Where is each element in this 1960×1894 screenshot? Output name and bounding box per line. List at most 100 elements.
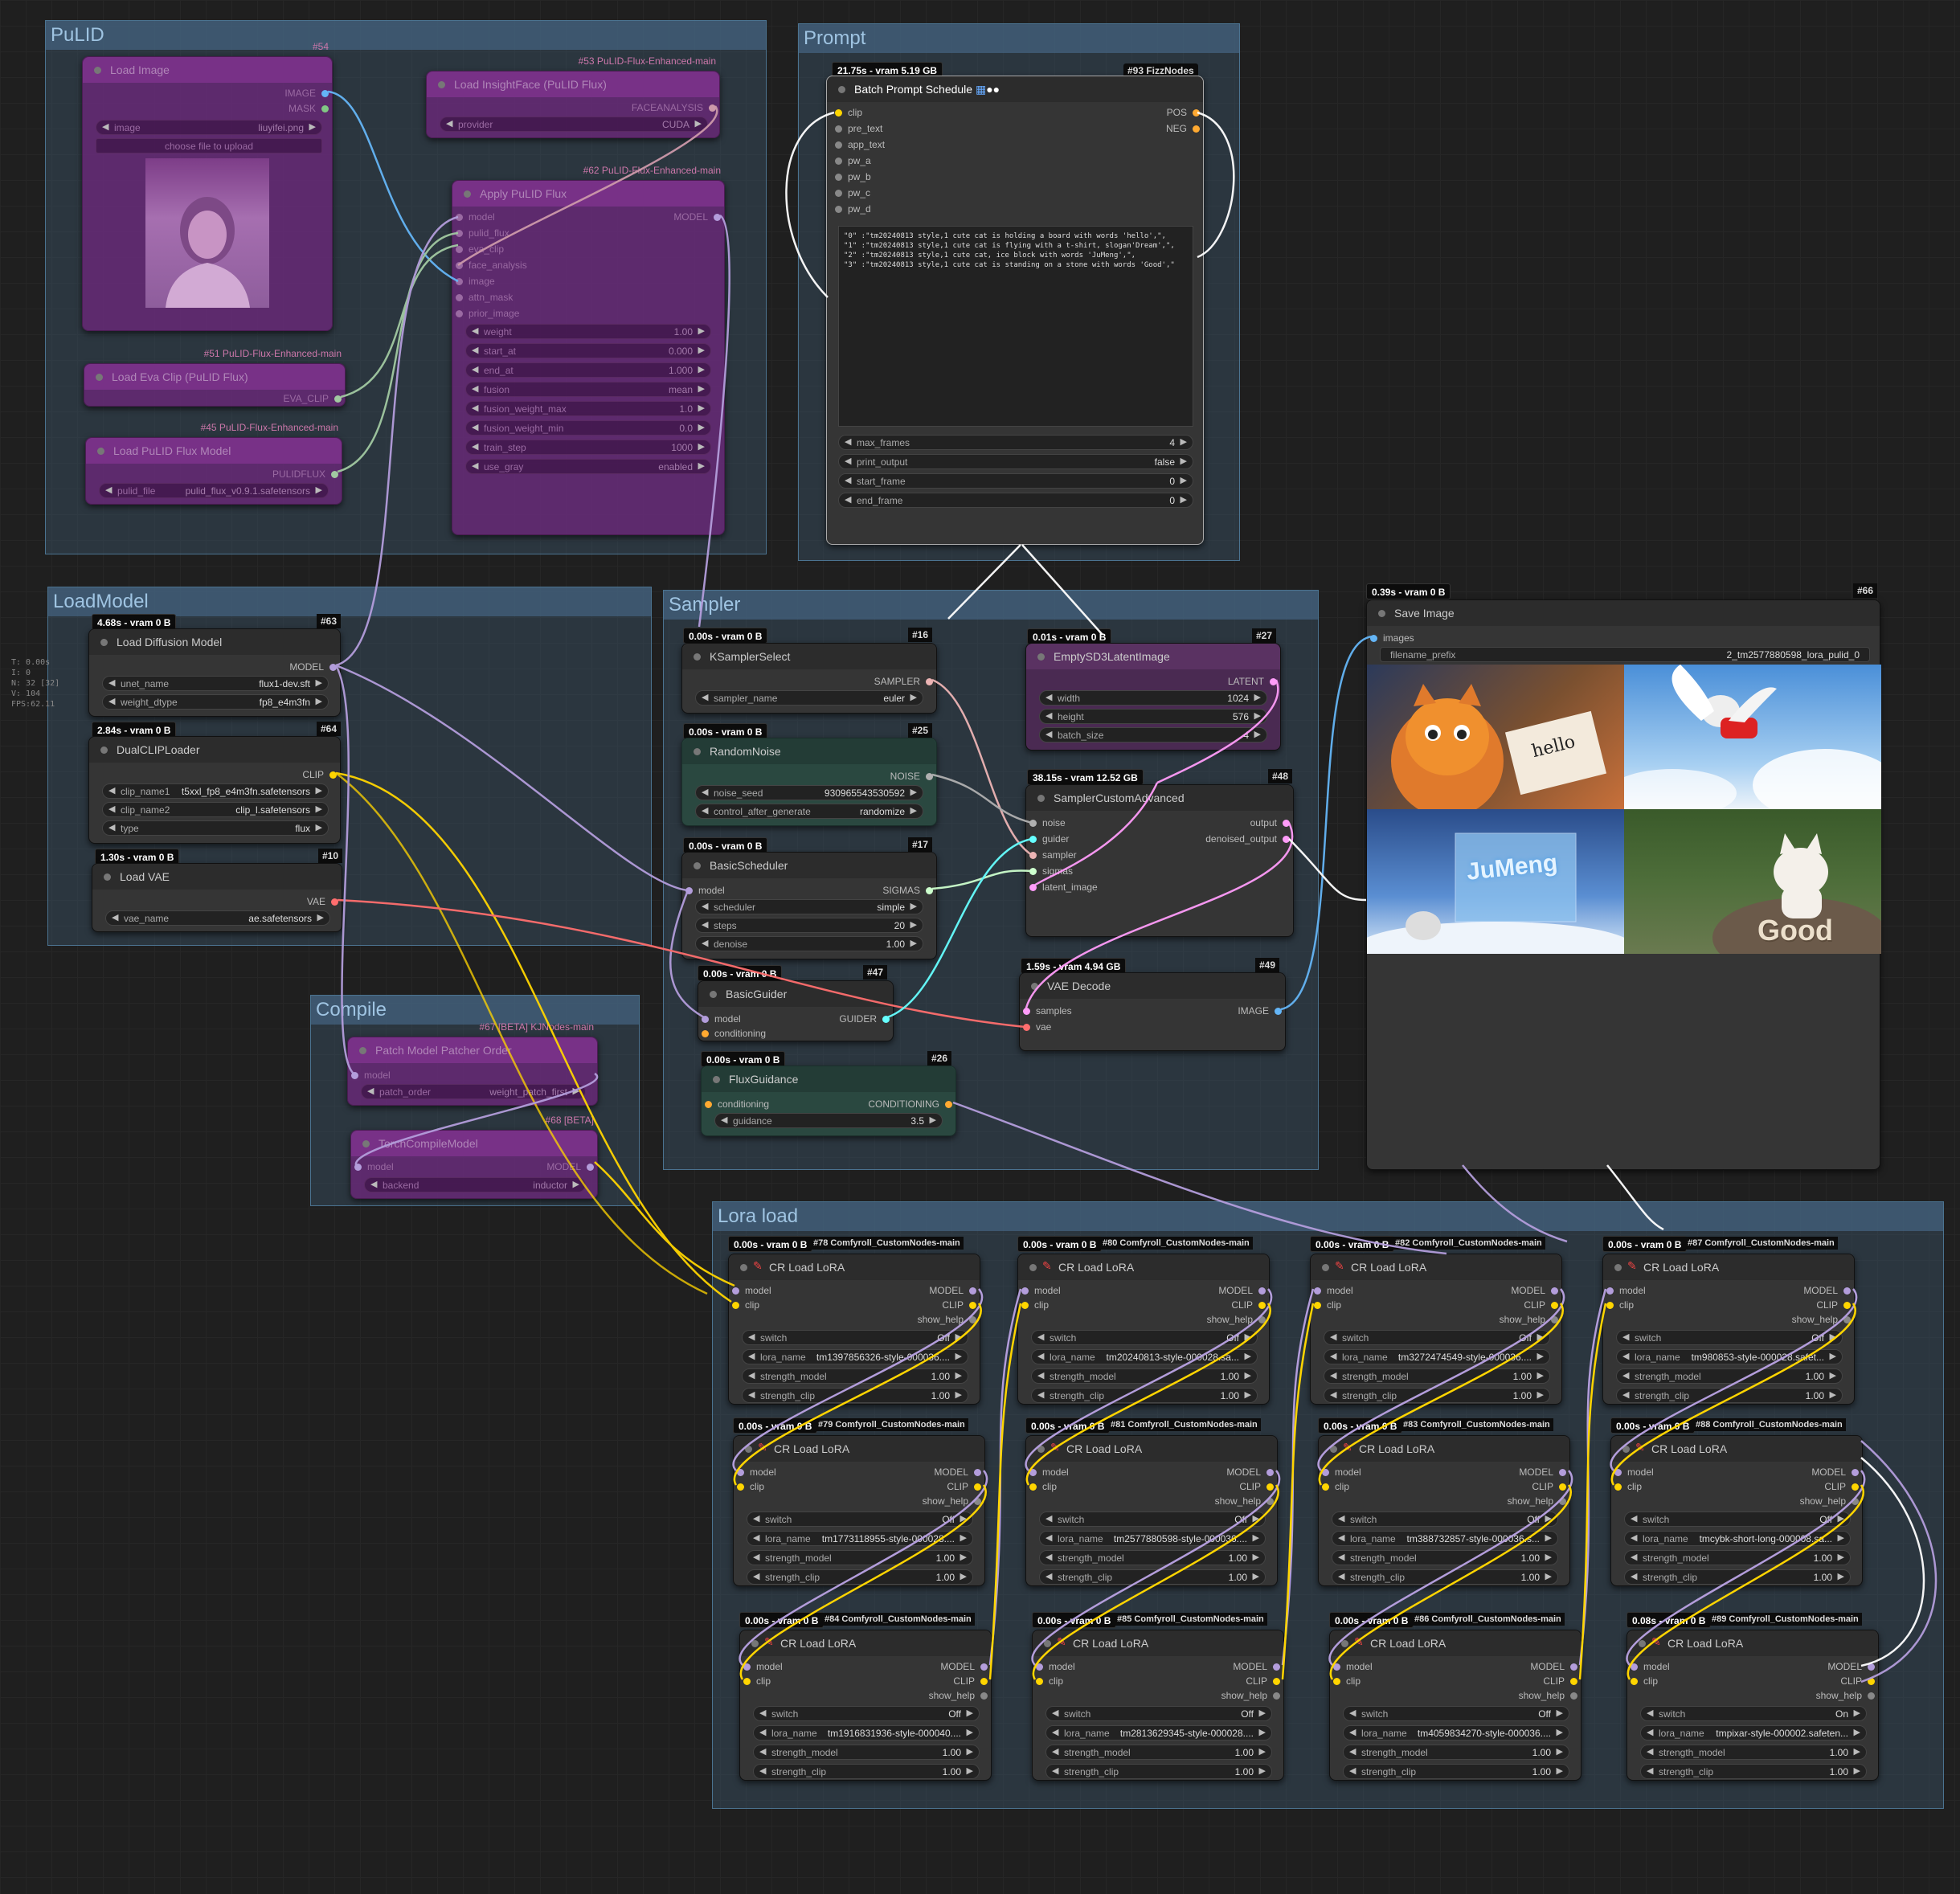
output-model[interactable]: MODEL: [289, 661, 337, 673]
port-dot[interactable]: [702, 1016, 709, 1023]
node-apply-pulid[interactable]: #62 PuLID-Flux-Enhanced-main Apply PuLID…: [452, 165, 725, 535]
widget-max-frames[interactable]: ◀ max_frames 4 ▶: [838, 435, 1193, 450]
port-dot[interactable]: [835, 174, 842, 181]
widget-vae-name[interactable]: ◀ vae_name ae.safetensors ▶: [105, 910, 330, 926]
input-image[interactable]: image: [456, 276, 495, 287]
input-model[interactable]: model: [737, 1467, 776, 1478]
port-dot[interactable]: [1570, 1678, 1577, 1685]
node-cr-load-lora[interactable]: CR Load LoRA model clip MODEL CLIP show_help ◀…: [1329, 1630, 1582, 1781]
node-load-pulid-model[interactable]: #45 PuLID-Flux-Enhanced-main Load PuLID …: [85, 422, 342, 505]
arrow-left-icon[interactable]: ◀: [472, 364, 478, 374]
arrow-right-icon[interactable]: ▶: [967, 1765, 973, 1776]
port-dot[interactable]: [835, 141, 842, 149]
arrow-left-icon[interactable]: ◀: [759, 1727, 766, 1737]
widget-train-step[interactable]: ◀ train_step 1000 ▶: [465, 440, 711, 455]
node-title[interactable]: RandomNoise: [682, 738, 936, 764]
port-dot[interactable]: [702, 1030, 709, 1037]
arrow-right-icon[interactable]: ▶: [1254, 729, 1261, 739]
arrow-left-icon[interactable]: ◀: [702, 938, 708, 948]
widget-strength-model[interactable]: ◀ strength_model 1.00 ▶: [1624, 1550, 1851, 1565]
output-pos[interactable]: POS: [1167, 107, 1200, 118]
arrow-left-icon[interactable]: ◀: [1622, 1351, 1629, 1361]
arrow-right-icon[interactable]: ▶: [955, 1351, 962, 1361]
widget-weight[interactable]: ◀ weight 1.00 ▶: [465, 324, 711, 339]
arrow-left-icon[interactable]: ◀: [748, 1389, 755, 1400]
input-model[interactable]: model: [354, 1161, 394, 1172]
arrow-right-icon[interactable]: ▶: [1245, 1332, 1251, 1342]
arrow-left-icon[interactable]: ◀: [753, 1571, 759, 1581]
output-clip[interactable]: CLIP: [953, 1675, 988, 1687]
arrow-right-icon[interactable]: ▶: [930, 1115, 936, 1125]
node-dual-clip-loader[interactable]: DualCLIPLoader CLIP ◀ clip_name1 t5xxl_fp8…: [88, 736, 341, 844]
arrow-left-icon[interactable]: ◀: [1647, 1708, 1653, 1718]
arrow-right-icon[interactable]: ▶: [1545, 1513, 1552, 1524]
node-load-insightface[interactable]: #53 PuLID-Flux-Enhanced-main Load Insigh…: [426, 55, 720, 138]
node-title[interactable]: Apply PuLID Flux: [452, 181, 724, 207]
node-basic-scheduler[interactable]: BasicScheduler model SIGMAS ◀ scheduler si…: [681, 852, 937, 959]
node-title[interactable]: CR Load LoRA: [1319, 1436, 1569, 1462]
port-dot[interactable]: [456, 278, 463, 285]
node-title[interactable]: CR Load LoRA: [1611, 1436, 1862, 1462]
port-dot[interactable]: [926, 887, 933, 894]
input-images[interactable]: images: [1370, 632, 1414, 644]
widget-strength-model[interactable]: ◀ strength_model 1.00 ▶: [1332, 1550, 1558, 1565]
arrow-right-icon[interactable]: ▶: [1181, 456, 1187, 466]
widget-strength-model[interactable]: ◀ strength_model 1.00 ▶: [747, 1550, 973, 1565]
arrow-left-icon[interactable]: ◀: [1045, 1532, 1052, 1543]
arrow-left-icon[interactable]: ◀: [472, 345, 478, 355]
arrow-right-icon[interactable]: ▶: [910, 805, 917, 816]
port-dot[interactable]: [1036, 1663, 1043, 1671]
input-pw-a[interactable]: pw_a: [835, 155, 871, 166]
port-dot[interactable]: [1868, 1663, 1875, 1671]
widget-strength-model[interactable]: ◀ strength_model 1.00 ▶: [1031, 1368, 1258, 1384]
arrow-right-icon[interactable]: ▶: [910, 938, 917, 948]
widget-guidance[interactable]: ◀ guidance 3.5 ▶: [714, 1113, 943, 1128]
widget-lora-name[interactable]: ◀ lora_name tm1916831936-style-000040.... ▶: [753, 1725, 980, 1741]
widget-steps[interactable]: ◀ steps 20 ▶: [695, 918, 923, 933]
arrow-right-icon[interactable]: ▶: [1854, 1746, 1860, 1757]
arrow-right-icon[interactable]: ▶: [1545, 1532, 1552, 1543]
widget-lora-name[interactable]: ◀ lora_name tm1773118955-style-000028.... ▶: [747, 1531, 973, 1546]
widget-switch[interactable]: ◀ switch Off ▶: [1332, 1512, 1558, 1527]
node-cr-load-lora[interactable]: CR Load LoRA model clip MODEL CLIP show_help ◀…: [1310, 1254, 1562, 1405]
node-title[interactable]: KSamplerSelect: [682, 644, 936, 669]
node-empty-sd3-latent-image[interactable]: EmptySD3LatentImage LATENT ◀ width 1024 ▶ ◀ h…: [1025, 643, 1281, 751]
port-dot[interactable]: [835, 190, 842, 197]
arrow-right-icon[interactable]: ▶: [955, 1370, 962, 1381]
widget-image[interactable]: ◀ image liuyifei.png ▶: [96, 120, 322, 135]
widget-filename-prefix[interactable]: filename_prefix 2_tm2577880598_lora_pulid…: [1380, 647, 1870, 662]
output-show-help[interactable]: show_help: [1207, 1314, 1266, 1325]
arrow-left-icon[interactable]: ◀: [1647, 1746, 1653, 1757]
port-dot[interactable]: [1333, 1663, 1340, 1671]
output-clip[interactable]: CLIP: [1239, 1481, 1274, 1492]
port-dot[interactable]: [1266, 1498, 1274, 1505]
widget-batch-size[interactable]: ◀ batch_size 4 ▶: [1039, 727, 1267, 742]
port-dot[interactable]: [1843, 1287, 1851, 1295]
widget-fusion-weight-min[interactable]: ◀ fusion_weight_min 0.0 ▶: [465, 420, 711, 436]
output-clip[interactable]: CLIP: [302, 769, 337, 780]
port-dot[interactable]: [1551, 1316, 1558, 1323]
port-dot[interactable]: [1273, 1692, 1280, 1700]
widget-strength-model[interactable]: ◀ strength_model 1.00 ▶: [1045, 1745, 1272, 1760]
widget-control-after-generate[interactable]: ◀ control_after_generate randomize ▶: [695, 804, 923, 819]
arrow-left-icon[interactable]: ◀: [1052, 1765, 1058, 1776]
arrow-left-icon[interactable]: ◀: [748, 1370, 755, 1381]
port-dot[interactable]: [456, 294, 463, 301]
widget-strength-model[interactable]: ◀ strength_model 1.00 ▶: [742, 1368, 968, 1384]
input-pw-d[interactable]: pw_d: [835, 203, 871, 215]
arrow-right-icon[interactable]: ▶: [1854, 1765, 1860, 1776]
arrow-left-icon[interactable]: ◀: [1338, 1532, 1344, 1543]
widget-switch[interactable]: ◀ switch Off ▶: [1343, 1706, 1569, 1721]
input-pw-b[interactable]: pw_b: [835, 171, 871, 182]
arrow-left-icon[interactable]: ◀: [1631, 1552, 1637, 1562]
output-sigmas[interactable]: SIGMAS: [882, 885, 933, 896]
arrow-left-icon[interactable]: ◀: [1045, 1571, 1052, 1581]
port-dot[interactable]: [456, 230, 463, 237]
output-output[interactable]: output: [1250, 817, 1290, 828]
output-clip[interactable]: CLIP: [1816, 1299, 1851, 1311]
arrow-left-icon[interactable]: ◀: [1349, 1765, 1356, 1776]
widget-noise-seed[interactable]: ◀ noise_seed 930965543530592 ▶: [695, 785, 923, 800]
arrow-left-icon[interactable]: ◀: [1647, 1765, 1653, 1776]
widget-switch[interactable]: ◀ switch Off ▶: [742, 1330, 968, 1345]
port-dot[interactable]: [1333, 1678, 1340, 1685]
